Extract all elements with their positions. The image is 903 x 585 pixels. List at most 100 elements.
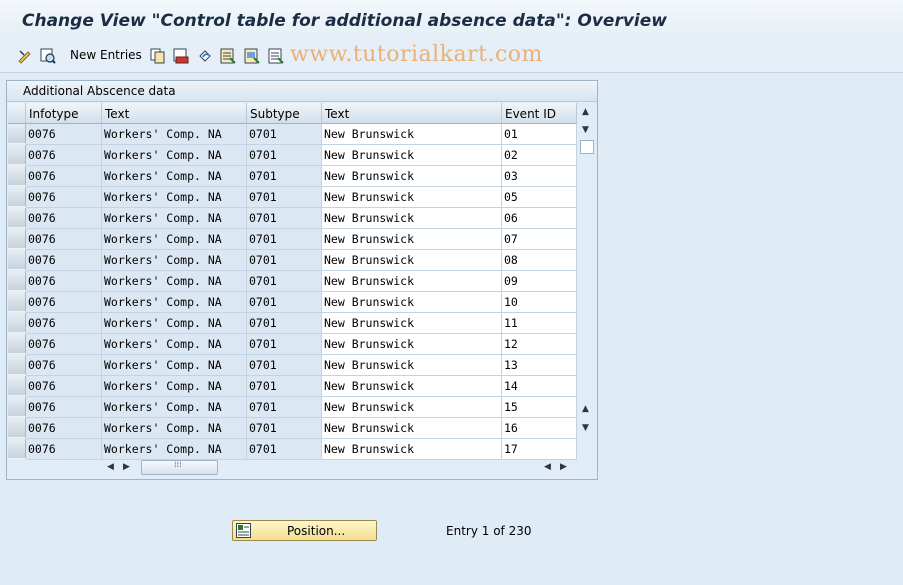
row-selector[interactable] <box>8 376 26 396</box>
horizontal-scroll-thumb[interactable]: ⁞⁞⁞ <box>141 460 218 475</box>
cell-text2[interactable]: New Brunswick <box>322 313 502 334</box>
cell-text2[interactable]: New Brunswick <box>322 229 502 250</box>
cell-event[interactable]: 06 <box>502 208 577 229</box>
cell-infotype: 0076 <box>26 250 102 271</box>
cell-value: 12 <box>504 337 518 351</box>
select-all-rows-header[interactable] <box>8 103 26 124</box>
cell-text2[interactable]: New Brunswick <box>322 334 502 355</box>
cell-text2[interactable]: New Brunswick <box>322 292 502 313</box>
cell-event[interactable]: 08 <box>502 250 577 271</box>
position-button[interactable]: Position... <box>232 520 377 541</box>
cell-text: Workers' Comp. NA <box>102 418 247 439</box>
cell-subtype: 0701 <box>247 187 322 208</box>
scroll-down-small-icon[interactable]: ▼ <box>582 125 589 135</box>
cell-text2[interactable]: New Brunswick <box>322 271 502 292</box>
row-selector[interactable] <box>8 208 26 228</box>
cell-event[interactable]: 01 <box>502 124 577 145</box>
select-all-icon[interactable] <box>220 48 236 64</box>
cell-value: Workers' Comp. NA <box>104 190 222 204</box>
row-selector[interactable] <box>8 292 26 312</box>
cell-text2[interactable]: New Brunswick <box>322 439 502 460</box>
column-header-subtype-text[interactable]: Text <box>322 103 502 124</box>
new-entries-button[interactable]: New Entries <box>70 48 142 62</box>
cell-event[interactable]: 11 <box>502 313 577 334</box>
row-selector[interactable] <box>8 124 26 144</box>
cell-text2[interactable]: New Brunswick <box>322 187 502 208</box>
row-selector[interactable] <box>8 145 26 165</box>
scroll-right-icon[interactable]: ▶ <box>123 462 130 472</box>
cell-event[interactable]: 10 <box>502 292 577 313</box>
delete-icon[interactable] <box>173 48 189 64</box>
cell-subtype: 0701 <box>247 229 322 250</box>
cell-text2[interactable]: New Brunswick <box>322 250 502 271</box>
cell-text: Workers' Comp. NA <box>102 187 247 208</box>
cell-event[interactable]: 07 <box>502 229 577 250</box>
row-selector[interactable] <box>8 229 26 249</box>
entry-counter: Entry 1 of 230 <box>446 524 532 538</box>
cell-text: Workers' Comp. NA <box>102 292 247 313</box>
deselect-all-icon[interactable] <box>268 48 284 64</box>
additional-absence-table-panel: Additional Abscence data Infotype Text S… <box>6 80 598 480</box>
cell-event[interactable]: 03 <box>502 166 577 187</box>
cell-text2[interactable]: New Brunswick <box>322 355 502 376</box>
scroll-left-icon[interactable]: ◀ <box>107 462 114 472</box>
copy-icon[interactable] <box>150 48 166 64</box>
cell-subtype: 0701 <box>247 397 322 418</box>
cell-event[interactable]: 05 <box>502 187 577 208</box>
row-selector[interactable] <box>8 271 26 291</box>
row-selector[interactable] <box>8 439 26 459</box>
scroll-page-up-icon[interactable]: ▲ <box>582 404 589 414</box>
horizontal-scrollbar[interactable]: ◀ ▶ ⁞⁞⁞ ◀ ▶ <box>103 459 573 476</box>
row-selector[interactable] <box>8 313 26 333</box>
scroll-left-end-icon[interactable]: ◀ <box>544 462 551 472</box>
scroll-up-icon[interactable]: ▲ <box>582 107 589 117</box>
cell-event[interactable]: 09 <box>502 271 577 292</box>
vertical-scrollbar[interactable]: ▲ ▼ ▲ ▼ <box>577 103 596 439</box>
panel-title: Additional Abscence data <box>23 84 176 98</box>
cell-value: 01 <box>504 127 518 141</box>
column-header-text[interactable]: Text <box>102 103 247 124</box>
row-selector[interactable] <box>8 418 26 438</box>
cell-value: 13 <box>504 358 518 372</box>
cell-event[interactable]: 15 <box>502 397 577 418</box>
cell-event[interactable]: 14 <box>502 376 577 397</box>
cell-event[interactable]: 12 <box>502 334 577 355</box>
application-toolbar: New Entries www.tutorialkart.com <box>0 42 903 73</box>
cell-text2[interactable]: New Brunswick <box>322 124 502 145</box>
change-display-icon[interactable] <box>17 48 33 64</box>
cell-text2[interactable]: New Brunswick <box>322 376 502 397</box>
row-selector[interactable] <box>8 355 26 375</box>
cell-text: Workers' Comp. NA <box>102 124 247 145</box>
cell-subtype: 0701 <box>247 208 322 229</box>
row-selector[interactable] <box>8 166 26 186</box>
column-header-event-id[interactable]: Event ID <box>502 103 577 124</box>
cell-value: Workers' Comp. NA <box>104 253 222 267</box>
cell-text2[interactable]: New Brunswick <box>322 145 502 166</box>
cell-text2[interactable]: New Brunswick <box>322 166 502 187</box>
row-selector[interactable] <box>8 250 26 270</box>
row-selector[interactable] <box>8 334 26 354</box>
cell-infotype: 0076 <box>26 166 102 187</box>
cell-event[interactable]: 02 <box>502 145 577 166</box>
cell-value: 0076 <box>28 169 56 183</box>
row-selector[interactable] <box>8 187 26 207</box>
column-header-infotype[interactable]: Infotype <box>26 103 102 124</box>
display-details-icon[interactable] <box>40 48 56 64</box>
title-bar: Change View "Control table for additiona… <box>0 0 903 43</box>
select-block-icon[interactable] <box>244 48 260 64</box>
cell-text2[interactable]: New Brunswick <box>322 418 502 439</box>
cell-event[interactable]: 17 <box>502 439 577 460</box>
vertical-scroll-thumb[interactable] <box>580 140 594 154</box>
cell-value: 0701 <box>249 148 277 162</box>
cell-text2[interactable]: New Brunswick <box>322 397 502 418</box>
undo-icon[interactable] <box>197 48 213 64</box>
cell-event[interactable]: 16 <box>502 418 577 439</box>
scroll-page-down-icon[interactable]: ▼ <box>582 423 589 433</box>
cell-value: 0076 <box>28 421 56 435</box>
scroll-right-end-icon[interactable]: ▶ <box>560 462 567 472</box>
cell-event[interactable]: 13 <box>502 355 577 376</box>
cell-value: 10 <box>504 295 518 309</box>
row-selector[interactable] <box>8 397 26 417</box>
cell-text2[interactable]: New Brunswick <box>322 208 502 229</box>
column-header-subtype[interactable]: Subtype <box>247 103 322 124</box>
